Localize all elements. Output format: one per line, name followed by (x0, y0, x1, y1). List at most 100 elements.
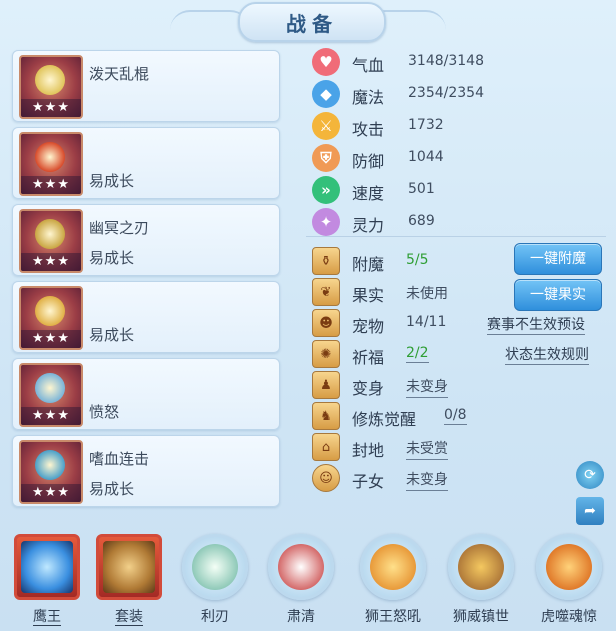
refresh-icon[interactable]: ⟳ (576, 461, 604, 489)
star-rating: ★★★ (21, 330, 81, 348)
child-icon: ☺ (312, 464, 340, 492)
stat-attack: ⚔ 攻击 1732 (306, 112, 606, 140)
attr-transform: ♟ 变身 未变身 (306, 371, 606, 399)
equipment-name: 嗜血连击 (89, 450, 150, 468)
purge-icon (278, 544, 324, 590)
equipment-trait: 易成长 (89, 480, 135, 498)
stat-value: 689 (408, 213, 435, 229)
lion-might-icon (458, 544, 504, 590)
attr-label: 变身 (352, 379, 385, 398)
tiger-soul-icon (546, 544, 592, 590)
skill-slot-purge[interactable] (268, 534, 334, 600)
star-rating: ★★★ (21, 176, 81, 194)
stat-value: 1732 (408, 117, 444, 133)
equipment-emblem-icon (35, 142, 65, 172)
equipment-emblem-icon (35, 65, 65, 95)
equipment-card[interactable]: ★★★ 泼天乱棍 (12, 50, 280, 122)
attr-value: 未使用 (406, 286, 448, 302)
spirit-icon: ✦ (312, 208, 340, 236)
pet-icon: ☻ (312, 309, 340, 337)
attr-label: 附魔 (352, 255, 385, 274)
equipment-emblem-icon (35, 296, 65, 326)
stat-value: 501 (408, 181, 435, 197)
stat-hp: ♥ 气血 3148/3148 (306, 48, 606, 76)
enchant-icon: ⚱ (312, 247, 340, 275)
skill-label: 鹰王 (33, 609, 61, 626)
page-title: 战备 (286, 11, 338, 36)
equipment-card[interactable]: ★★★ 愤怒 (12, 358, 280, 430)
equipment-thumb: ★★★ (19, 209, 83, 273)
auto-fruit-button[interactable]: 一键果实 (514, 279, 602, 311)
equipment-thumb: ★★★ (19, 132, 83, 196)
shield-icon: ⛨ (312, 144, 340, 172)
attr-value[interactable]: 0/8 (444, 407, 467, 425)
stat-mp: ◆ 魔法 2354/2354 (306, 80, 606, 108)
attr-value: 14/11 (406, 314, 447, 330)
attr-label: 封地 (352, 441, 385, 460)
sword-icon: ⚔ (312, 112, 340, 140)
equipment-trait: 易成长 (89, 249, 135, 267)
attr-value[interactable]: 2/2 (406, 345, 429, 363)
stat-label: 气血 (352, 56, 385, 75)
attr-label: 宠物 (352, 317, 385, 336)
skill-slot-lion-might[interactable] (448, 534, 514, 600)
attr-children: ☺ 子女 未变身 (306, 464, 606, 492)
equipment-card[interactable]: ★★★ 易成长 (12, 127, 280, 199)
skill-slot-armor-set[interactable] (96, 534, 162, 600)
blade-icon (192, 544, 238, 590)
event-preset-link[interactable]: 赛事不生效预设 (487, 314, 585, 335)
attr-value[interactable]: 未受赏 (406, 438, 448, 460)
equipment-trait: 易成长 (89, 326, 135, 344)
skill-slot-lion-roar[interactable] (360, 534, 426, 600)
skill-slot-eagle-king[interactable] (14, 534, 80, 600)
equipment-trait: 易成长 (89, 172, 135, 190)
speed-icon: » (312, 176, 340, 204)
lion-roar-icon (370, 544, 416, 590)
stat-label: 攻击 (352, 120, 385, 139)
equipment-name: 泼天乱棍 (89, 65, 150, 83)
skill-slot-sharp-blade[interactable] (182, 534, 248, 600)
fruit-icon: ❦ (312, 278, 340, 306)
attr-label: 子女 (352, 472, 385, 491)
eagle-king-icon (21, 541, 73, 593)
stat-label: 速度 (352, 184, 385, 203)
cultivation-icon: ♞ (312, 402, 340, 430)
attr-label: 果实 (352, 286, 385, 305)
skill-label: 利刃 (201, 609, 229, 625)
stat-label: 灵力 (352, 216, 385, 235)
skill-slot-tiger-soul[interactable] (536, 534, 602, 600)
skill-bar: 鹰王 套装 利刃 肃清 狮王怒吼 狮威镇世 虎噬魂惊 (0, 520, 616, 631)
skill-label: 狮王怒吼 (365, 609, 421, 625)
skill-label: 狮威镇世 (453, 609, 509, 625)
transform-icon: ♟ (312, 371, 340, 399)
skill-label: 套装 (115, 609, 143, 626)
attr-value[interactable]: 未变身 (406, 376, 448, 398)
star-rating: ★★★ (21, 253, 81, 271)
equipment-thumb: ★★★ (19, 440, 83, 504)
star-rating: ★★★ (21, 484, 81, 502)
status-rules-link[interactable]: 状态生效规则 (505, 344, 589, 365)
heart-icon: ♥ (312, 48, 340, 76)
equipment-trait: 愤怒 (89, 403, 120, 421)
equipment-name: 幽冥之刃 (89, 219, 150, 237)
equipment-emblem-icon (35, 450, 65, 480)
attr-fief: ⌂ 封地 未受赏 (306, 433, 606, 461)
title-plate: 战备 (238, 2, 386, 42)
stat-speed: » 速度 501 (306, 176, 606, 204)
star-rating: ★★★ (21, 99, 81, 117)
equipment-card[interactable]: ★★★ 易成长 (12, 281, 280, 353)
stat-value: 3148/3148 (408, 53, 484, 69)
attr-value[interactable]: 未变身 (406, 469, 448, 491)
stat-value: 2354/2354 (408, 85, 484, 101)
stat-defense: ⛨ 防御 1044 (306, 144, 606, 172)
star-rating: ★★★ (21, 407, 81, 425)
skill-label: 肃清 (287, 609, 315, 625)
attr-cultivation: ♞ 修炼觉醒 0/8 (306, 402, 606, 430)
auto-enchant-button[interactable]: 一键附魔 (514, 243, 602, 275)
equipment-card[interactable]: ★★★ 嗜血连击 易成长 (12, 435, 280, 507)
divider (306, 236, 606, 237)
equipment-emblem-icon (35, 219, 65, 249)
attr-label: 修炼觉醒 (352, 410, 417, 429)
stat-spirit: ✦ 灵力 689 (306, 208, 606, 236)
equipment-card[interactable]: ★★★ 幽冥之刃 易成长 (12, 204, 280, 276)
